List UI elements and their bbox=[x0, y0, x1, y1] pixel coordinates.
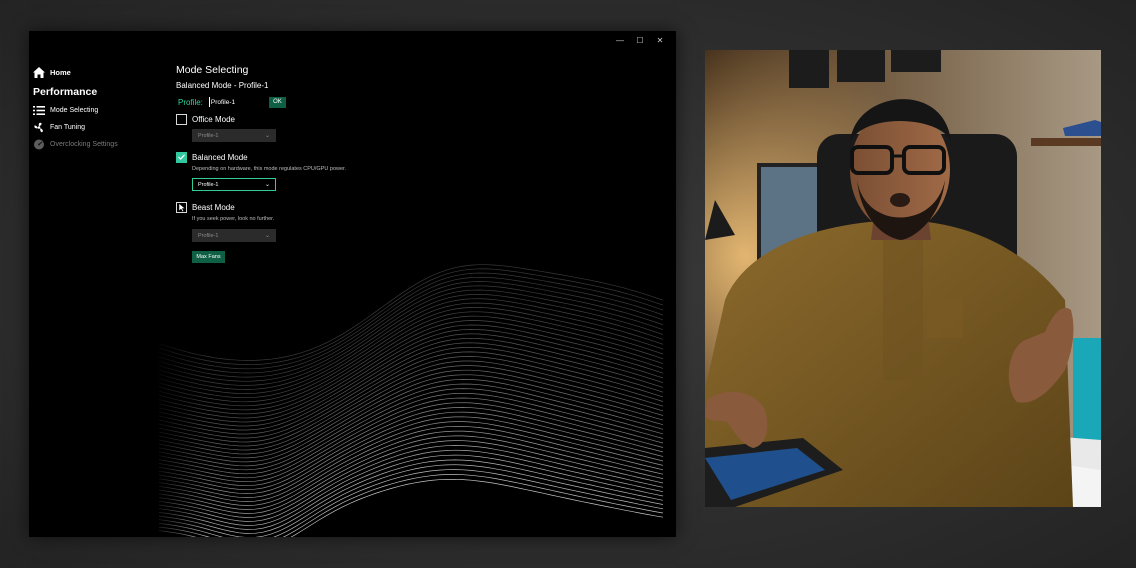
fan-icon bbox=[32, 122, 46, 134]
home-icon bbox=[32, 67, 46, 79]
wave-line bbox=[158, 379, 664, 467]
mode-balanced: Balanced Mode Depending on hardware, thi… bbox=[176, 150, 476, 191]
current-mode-title: Balanced Mode - Profile-1 bbox=[176, 81, 269, 90]
close-button[interactable]: ✕ bbox=[650, 34, 670, 48]
minimize-button[interactable]: — bbox=[610, 34, 630, 48]
sidebar-item-label: Fan Tuning bbox=[50, 124, 86, 131]
wave-line bbox=[158, 454, 664, 530]
max-fans-button[interactable]: Max Fans bbox=[192, 251, 225, 263]
select-value: Profile-1 bbox=[198, 232, 219, 239]
sidebar-section-performance: Performance bbox=[33, 85, 98, 98]
app-window: — ☐ ✕ Home Performance Mode Selecting Fa… bbox=[29, 31, 676, 537]
mode-header: Beast Mode bbox=[176, 200, 476, 214]
sidebar-item-label: Overclocking Settings bbox=[50, 141, 118, 148]
wave-line bbox=[158, 285, 664, 382]
beast-mode-checkbox[interactable] bbox=[176, 201, 187, 213]
wave-line bbox=[158, 369, 664, 459]
profile-label: Profile: bbox=[178, 97, 203, 107]
wave-line bbox=[158, 311, 664, 407]
sidebar-home-label: Home bbox=[50, 68, 71, 77]
presenter-video-frame bbox=[705, 50, 1101, 507]
wave-line bbox=[158, 383, 664, 471]
mode-name: Office Mode bbox=[192, 114, 235, 124]
sidebar-item-mode-selecting[interactable]: Mode Selecting bbox=[32, 102, 162, 119]
mode-description: If you seek power, look no further. bbox=[192, 216, 275, 222]
main-content: Mode Selecting Balanced Mode - Profile-1… bbox=[176, 64, 476, 263]
sidebar-item-fan-tuning[interactable]: Fan Tuning bbox=[32, 119, 162, 136]
sidebar-item-label: Mode Selecting bbox=[50, 107, 99, 114]
mode-name: Balanced Mode bbox=[192, 152, 248, 162]
profile-row: Profile: OK bbox=[176, 95, 476, 109]
wave-line bbox=[158, 320, 664, 415]
mode-header: Balanced Mode bbox=[176, 150, 476, 164]
maximize-button[interactable]: ☐ bbox=[630, 34, 650, 48]
mode-name: Beast Mode bbox=[192, 202, 235, 212]
wave-line bbox=[158, 329, 664, 423]
mode-description: Depending on hardware, this mode regulat… bbox=[192, 166, 347, 172]
list-icon bbox=[32, 105, 46, 117]
sidebar-item-overclocking-settings[interactable]: Overclocking Settings bbox=[32, 136, 162, 153]
mode-office: Office Mode Profile-1 ⌄ bbox=[176, 112, 476, 142]
ok-button[interactable]: OK bbox=[268, 96, 286, 108]
wave-line bbox=[158, 315, 664, 411]
cursor-icon bbox=[178, 202, 186, 212]
sidebar-item-home[interactable]: Home bbox=[32, 64, 162, 81]
select-value: Profile-1 bbox=[198, 181, 219, 188]
office-profile-select[interactable]: Profile-1 ⌄ bbox=[192, 129, 276, 142]
select-value: Profile-1 bbox=[198, 132, 219, 139]
mode-beast: Beast Mode If you seek power, look no fu… bbox=[176, 200, 476, 263]
mode-header: Office Mode bbox=[176, 112, 476, 126]
wave-fade-overlay bbox=[149, 281, 209, 537]
balanced-profile-select[interactable]: Profile-1 ⌄ bbox=[192, 178, 276, 191]
profile-name-input[interactable] bbox=[208, 97, 269, 107]
sidebar: Home Performance Mode Selecting Fan Tuni… bbox=[32, 64, 162, 153]
window-controls: — ☐ ✕ bbox=[610, 34, 670, 48]
beast-profile-select[interactable]: Profile-1 ⌄ bbox=[192, 229, 276, 242]
stage: — ☐ ✕ Home Performance Mode Selecting Fa… bbox=[0, 0, 1136, 568]
balanced-mode-checkbox[interactable] bbox=[176, 151, 187, 163]
page-title: Mode Selecting bbox=[176, 64, 249, 76]
wave-line bbox=[158, 268, 664, 365]
chevron-down-icon: ⌄ bbox=[264, 182, 270, 188]
chevron-down-icon: ⌄ bbox=[264, 133, 270, 139]
chevron-down-icon: ⌄ bbox=[264, 233, 270, 239]
office-mode-checkbox[interactable] bbox=[176, 113, 187, 125]
checkmark-icon bbox=[178, 154, 185, 160]
wave-line bbox=[158, 289, 664, 386]
speedometer-icon bbox=[32, 139, 46, 151]
